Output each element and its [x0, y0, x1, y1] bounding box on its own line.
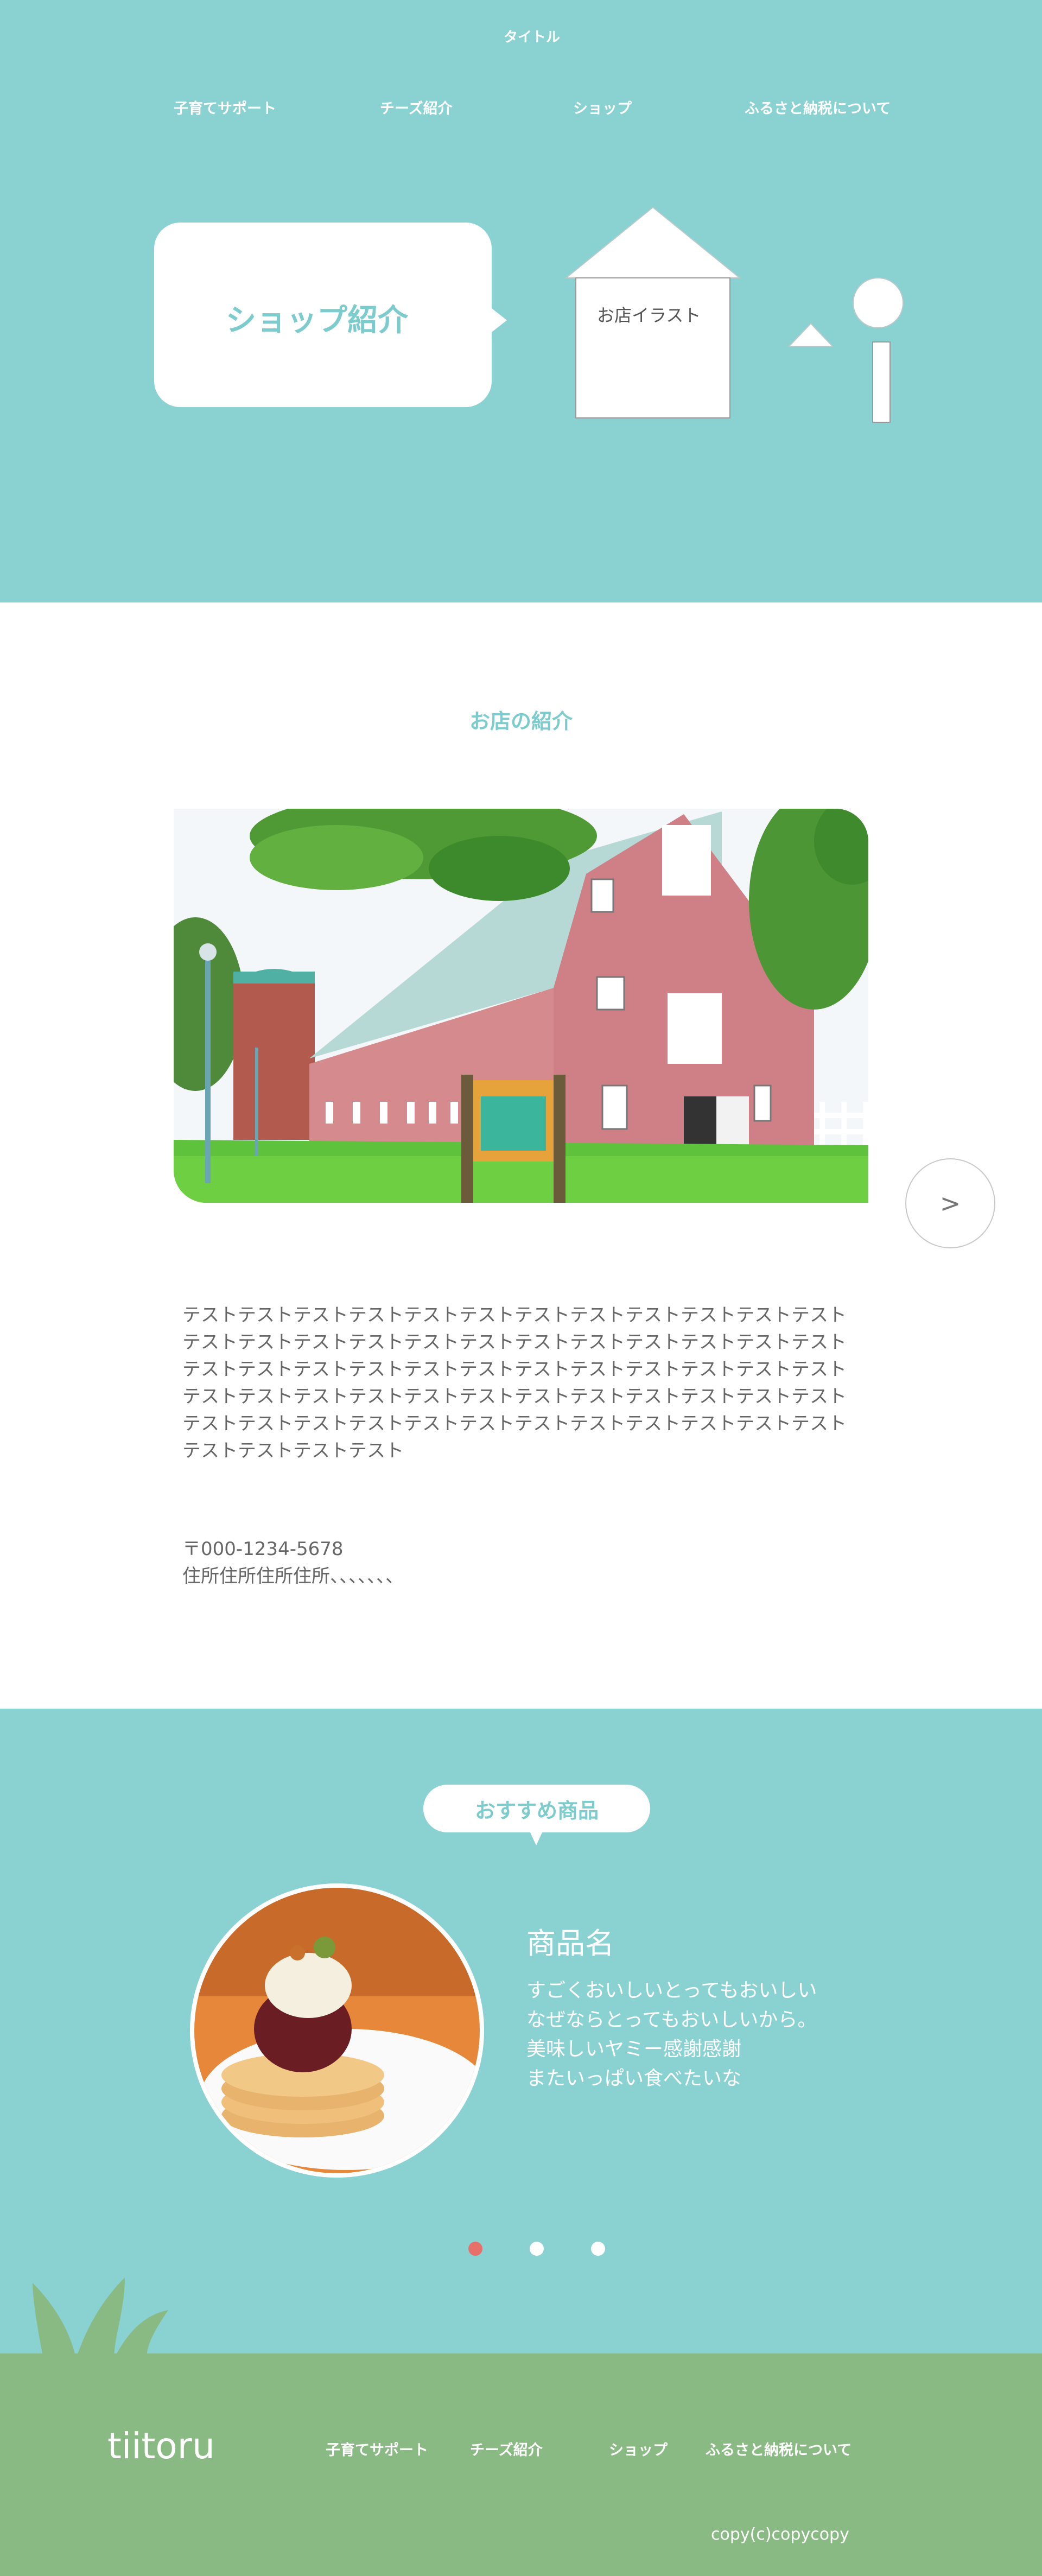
carousel-dot-3[interactable] [591, 2242, 605, 2256]
footer-nav-cheese[interactable]: チーズ紹介 [470, 2438, 543, 2459]
nav-item-childcare-support[interactable]: 子育てサポート [174, 97, 276, 118]
hero-title: ショップ紹介 [226, 303, 408, 338]
site-title[interactable]: タイトル [467, 26, 597, 46]
footer-nav-shop[interactable]: ショップ [609, 2438, 668, 2459]
wave-divider [0, 537, 1042, 592]
nav-item-cheese[interactable]: チーズ紹介 [380, 97, 453, 118]
product-description-line: またいっぱい食べたいな [526, 2067, 742, 2090]
address: 住所住所住所住所、、、、、、、 [182, 1565, 404, 1587]
postal-code: 〒000-1234-5678 [182, 1538, 344, 1560]
next-slide-button[interactable]: > [905, 1158, 995, 1248]
carousel-dot-2[interactable] [530, 2242, 544, 2256]
carousel-dot-1[interactable] [468, 2242, 482, 2256]
footer-nav-childcare-support[interactable]: 子育てサポート [326, 2438, 428, 2459]
recommended-badge-tail [530, 1831, 543, 1845]
shop-description: テストテストテストテストテストテストテストテストテストテストテストテストテストテ… [182, 1304, 847, 1462]
product-name: 商品名 [526, 1926, 614, 1960]
shop-illustration-label: お店イラスト [597, 305, 701, 326]
product-description-line: 美味しいヤミー感謝感謝 [526, 2038, 742, 2060]
nav-item-furusato-tax[interactable]: ふるさと納税について [745, 97, 891, 118]
copyright: copy(c)copycopy [711, 2525, 849, 2544]
footer-logo[interactable]: tiitoru [107, 2425, 215, 2467]
product-photo [190, 1883, 484, 2178]
product-description-line: なぜならとってもおいしいから。 [526, 2009, 817, 2031]
shop-section-heading: お店の紹介 [469, 709, 573, 733]
nav-item-shop[interactable]: ショップ [573, 97, 632, 118]
info-icon [787, 277, 904, 423]
product-description-line: すごくおいしいとってもおいしい [526, 1979, 817, 2002]
footer-nav-furusato-tax[interactable]: ふるさと納税について [706, 2438, 852, 2459]
grass-decoration [33, 2277, 168, 2359]
shop-photo [174, 809, 868, 1203]
pancake-image [194, 1888, 480, 2173]
recommended-badge: おすすめ商品 [423, 1785, 650, 1832]
hero-speech-bubble-tail [492, 308, 507, 332]
